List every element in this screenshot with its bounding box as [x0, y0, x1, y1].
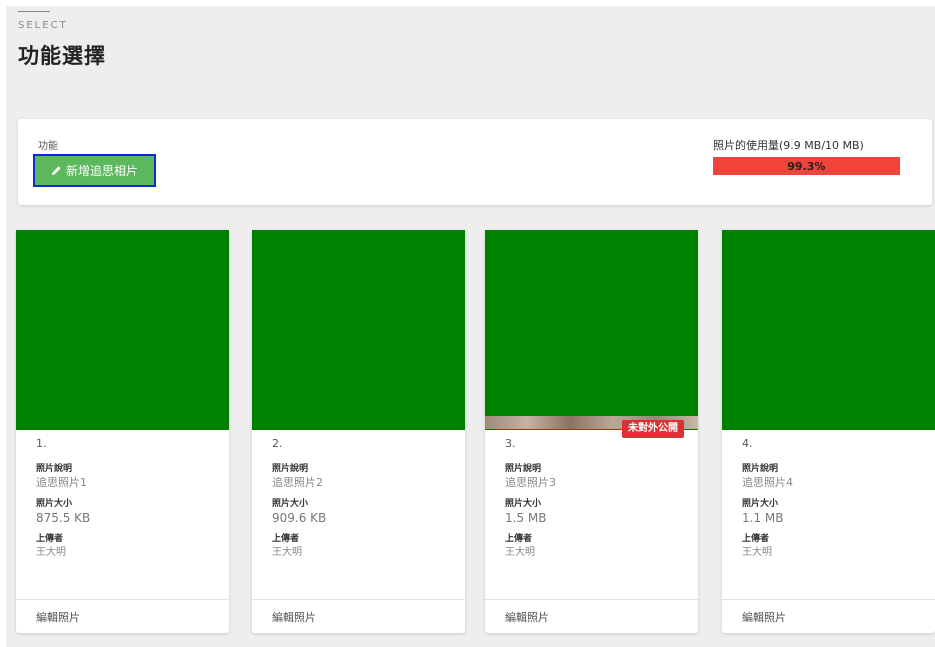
photo-card-footer: 編輯照片: [16, 599, 229, 633]
photo-card: 2. 照片說明追思照片2 照片大小 909.6 KB 上傳者王大明編輯照片: [252, 230, 465, 633]
uploader-label: 上傳者: [36, 534, 64, 544]
photo-usage-progress-fill: 99.3%: [713, 157, 900, 175]
photo-index: 3.: [505, 437, 516, 450]
uploader-value: 王大明: [742, 547, 772, 558]
size-value: 1.1 MB: [742, 511, 784, 525]
description-label: 照片說明: [505, 464, 542, 474]
photo-card: 未對外公開 3. 照片說明追思照片3 照片大小 1.5 MB 上傳者王大明編輯照片: [485, 230, 698, 633]
edit-photo-link[interactable]: 編輯照片: [36, 609, 80, 625]
photo-card-footer: 編輯照片: [722, 599, 935, 633]
photo-card-body: 1. 照片說明追思照片1 照片大小 875.5 KB 上傳者王大明: [36, 437, 219, 561]
photo-index: 1.: [36, 437, 47, 450]
description-label: 照片說明: [742, 464, 779, 474]
eyebrow-label: SELECT: [18, 20, 68, 31]
size-label: 照片大小: [36, 499, 73, 509]
photo-index: 4.: [742, 437, 753, 450]
photo-usage-progress-bar: 99.3%: [713, 157, 901, 175]
photo-thumbnail[interactable]: [16, 230, 229, 430]
photo-usage-label: 照片的使用量(9.9 MB/10 MB): [713, 139, 864, 152]
size-value: 909.6 KB: [272, 511, 327, 525]
add-memorial-photo-button[interactable]: 新增追思相片: [33, 154, 156, 187]
function-panel: 功能 新增追思相片 照片的使用量(9.9 MB/10 MB) 99.3%: [18, 119, 932, 205]
page-title: 功能選擇: [18, 44, 106, 68]
page: SELECT 功能選擇 功能 新增追思相片 照片的使用量(9.9 MB/10 M…: [6, 6, 935, 647]
photo-thumbnail[interactable]: [252, 230, 465, 430]
photo-card: 1. 照片說明追思照片1 照片大小 875.5 KB 上傳者王大明編輯照片: [16, 230, 229, 633]
size-label: 照片大小: [742, 499, 779, 509]
description-value: 追思照片3: [505, 476, 556, 489]
photo-card-footer: 編輯照片: [252, 599, 465, 633]
photo-card-footer: 編輯照片: [485, 599, 698, 633]
photo-usage-percent: 99.3%: [787, 159, 826, 173]
edit-photo-link[interactable]: 編輯照片: [742, 609, 786, 625]
description-value: 追思照片1: [36, 476, 87, 489]
description-value: 追思照片2: [272, 476, 323, 489]
size-label: 照片大小: [505, 499, 542, 509]
add-memorial-photo-label: 新增追思相片: [65, 164, 138, 178]
uploader-label: 上傳者: [272, 534, 300, 544]
size-value: 1.5 MB: [505, 511, 547, 525]
not-public-badge: 未對外公開: [622, 420, 684, 438]
edit-photo-link[interactable]: 編輯照片: [505, 609, 549, 625]
size-value: 875.5 KB: [36, 511, 91, 525]
pencil-icon: [51, 166, 61, 176]
description-label: 照片說明: [36, 464, 73, 474]
photo-card-body: 3. 照片說明追思照片3 照片大小 1.5 MB 上傳者王大明: [505, 437, 688, 561]
uploader-label: 上傳者: [742, 534, 770, 544]
uploader-label: 上傳者: [505, 534, 533, 544]
uploader-value: 王大明: [272, 547, 302, 558]
description-label: 照片說明: [272, 464, 309, 474]
function-label: 功能: [38, 141, 58, 152]
header-rule: [18, 11, 50, 12]
edit-photo-link[interactable]: 編輯照片: [272, 609, 316, 625]
photo-thumbnail[interactable]: [485, 230, 698, 430]
uploader-value: 王大明: [505, 547, 535, 558]
photo-card-body: 4. 照片說明追思照片4 照片大小 1.1 MB 上傳者王大明: [742, 437, 925, 561]
description-value: 追思照片4: [742, 476, 793, 489]
photo-thumbnail[interactable]: [722, 230, 935, 430]
photo-card-body: 2. 照片說明追思照片2 照片大小 909.6 KB 上傳者王大明: [272, 437, 455, 561]
size-label: 照片大小: [272, 499, 309, 509]
photo-index: 2.: [272, 437, 283, 450]
uploader-value: 王大明: [36, 547, 66, 558]
photo-card: 4. 照片說明追思照片4 照片大小 1.1 MB 上傳者王大明編輯照片: [722, 230, 935, 633]
